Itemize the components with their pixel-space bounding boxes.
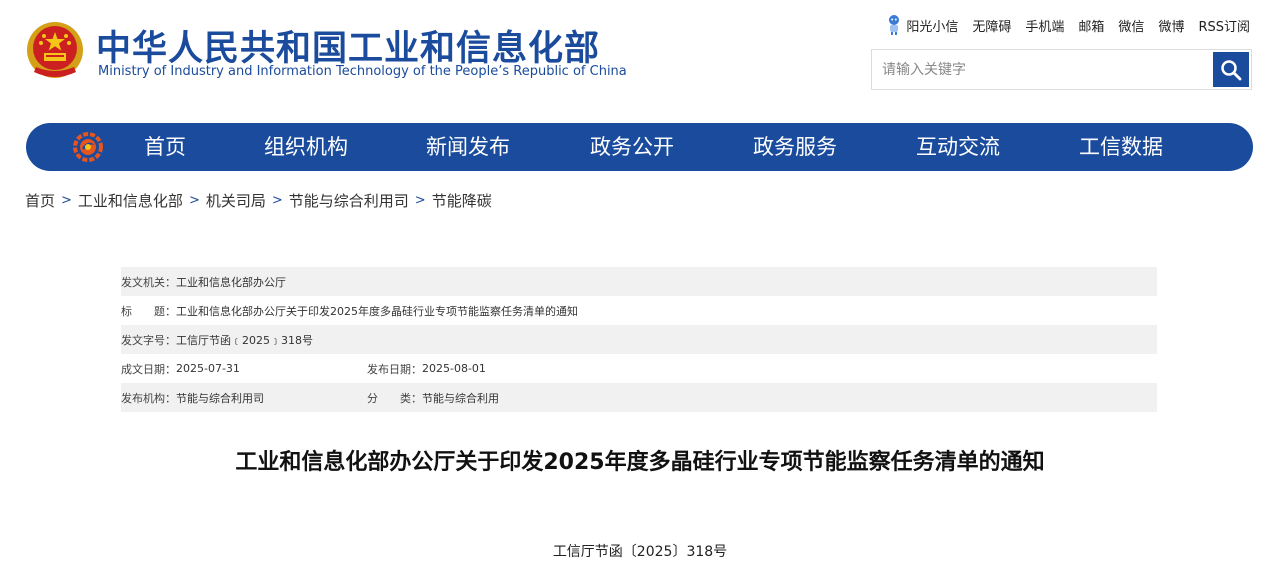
breadcrumb-separator: > — [61, 193, 72, 208]
document-info-table: 发文机关： 工业和信息化部办公厅 标 题： 工业和信息化部办公厅关于印发2025… — [121, 267, 1157, 412]
nav-item-organization[interactable]: 组织机构 — [264, 123, 348, 171]
top-link-wechat[interactable]: 微信 — [1118, 16, 1144, 35]
search-input[interactable] — [872, 50, 1214, 89]
top-link-email[interactable]: 邮箱 — [1078, 16, 1104, 35]
breadcrumb-separator: > — [188, 193, 200, 208]
info-row-org: 发布机构： 节能与综合利用司 分 类： 节能与综合利用 — [121, 383, 1157, 412]
issuer-value: 工业和信息化部办公厅 — [176, 275, 286, 289]
info-row-docno: 发文字号： 工信厅节函﹝2025﹞318号 — [121, 325, 1157, 354]
top-links: 阳光小信 无障碍 手机端 邮箱 微信 微博 RSS订阅 — [886, 14, 1250, 36]
top-link-accessibility[interactable]: 无障碍 — [972, 16, 1011, 35]
docno-value: 工信厅节函﹝2025﹞318号 — [176, 333, 313, 347]
nav-item-news[interactable]: 新闻发布 — [426, 123, 510, 171]
search-box — [871, 49, 1252, 90]
published-value: 2025-08-01 — [422, 362, 486, 375]
top-link-weibo[interactable]: 微博 — [1158, 16, 1184, 35]
info-row-title: 标 题： 工业和信息化部办公厅关于印发2025年度多晶硅行业专项节能监察任务清单… — [121, 296, 1157, 325]
nav-item-home[interactable]: 首页 — [144, 123, 186, 171]
search-icon — [1221, 59, 1242, 80]
title-label: 标 题： — [121, 304, 176, 318]
main-nav: 首页 组织机构 新闻发布 政务公开 政务服务 互动交流 工信数据 — [26, 123, 1253, 171]
article-doc-number: 工信厅节函〔2025〕318号 — [552, 544, 728, 560]
info-row-dates: 成文日期： 2025-07-31 发布日期： 2025-08-01 — [121, 354, 1157, 383]
issuer-label: 发文机关： — [121, 275, 176, 289]
nav-item-services[interactable]: 政务服务 — [753, 123, 837, 171]
created-value: 2025-07-31 — [176, 362, 240, 375]
org-label: 发布机构： — [121, 391, 176, 405]
org-cell: 发布机构： 节能与综合利用司 — [121, 390, 367, 406]
published-date-cell: 发布日期： 2025-08-01 — [367, 361, 486, 377]
top-link-label: 阳光小信 — [906, 19, 959, 35]
nav-item-data[interactable]: 工信数据 — [1079, 123, 1163, 171]
article-title: 工业和信息化部办公厅关于印发2025年度多晶硅行业专项节能监察任务清单的通知 — [235, 450, 1045, 475]
nav-item-gov-affairs[interactable]: 政务公开 — [590, 123, 674, 171]
category-value: 节能与综合利用 — [422, 391, 499, 405]
docno-label: 发文字号： — [121, 333, 176, 347]
top-link-mobile[interactable]: 手机端 — [1025, 16, 1064, 35]
breadcrumb: 首页 > 工业和信息化部 > 机关司局 > 节能与综合利用司 > 节能降碳 — [25, 190, 492, 211]
breadcrumb-item-departments[interactable]: 机关司局 — [206, 190, 266, 211]
category-label: 分 类： — [367, 391, 422, 405]
published-label: 发布日期： — [367, 362, 422, 376]
robot-mascot-icon — [889, 15, 900, 35]
national-emblem-icon[interactable] — [24, 20, 86, 82]
created-label: 成文日期： — [121, 362, 176, 376]
org-value: 节能与综合利用司 — [176, 391, 264, 405]
breadcrumb-item-home[interactable]: 首页 — [25, 190, 55, 211]
nav-item-interaction[interactable]: 互动交流 — [916, 123, 1000, 171]
title-value: 工业和信息化部办公厅关于印发2025年度多晶硅行业专项节能监察任务清单的通知 — [176, 304, 578, 318]
top-link-rss[interactable]: RSS订阅 — [1198, 16, 1250, 35]
miit-logo-icon[interactable] — [72, 131, 104, 163]
site-header: 中华人民共和国工业和信息化部 Ministry of Industry and … — [0, 0, 1280, 115]
search-button[interactable] — [1213, 52, 1249, 87]
breadcrumb-item-energy-saving[interactable]: 节能降碳 — [432, 190, 492, 211]
breadcrumb-separator: > — [271, 193, 283, 208]
created-date-cell: 成文日期： 2025-07-31 — [121, 361, 367, 377]
category-cell: 分 类： 节能与综合利用 — [367, 390, 499, 406]
breadcrumb-separator: > — [414, 193, 426, 208]
breadcrumb-item-ministry[interactable]: 工业和信息化部 — [78, 190, 183, 211]
breadcrumb-item-energy-dept[interactable]: 节能与综合利用司 — [289, 190, 409, 211]
top-link-sunshine[interactable]: 阳光小信 — [886, 14, 958, 36]
info-row-issuer: 发文机关： 工业和信息化部办公厅 — [121, 267, 1157, 296]
site-subtitle: Ministry of Industry and Information Tec… — [98, 64, 627, 79]
